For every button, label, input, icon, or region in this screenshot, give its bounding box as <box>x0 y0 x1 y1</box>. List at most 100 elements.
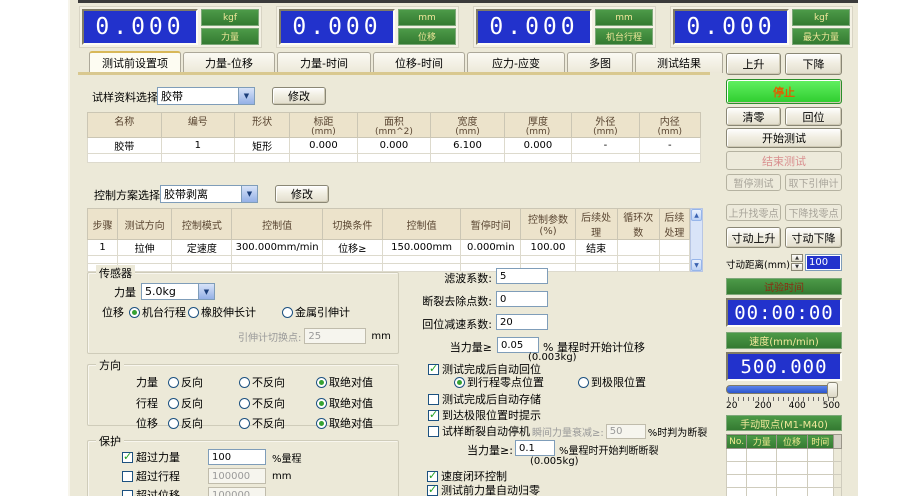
checkbox-over-stroke[interactable] <box>122 471 133 482</box>
break-remove-input[interactable]: 0 <box>496 291 548 307</box>
radio-stroke-reverse[interactable] <box>168 398 179 409</box>
radio-return-limit[interactable] <box>578 377 589 388</box>
down-button[interactable]: 下降 <box>785 53 842 75</box>
break-judge-input[interactable]: 0.1 <box>515 440 555 456</box>
scheme-modify-button[interactable]: 修改 <box>275 185 329 203</box>
control-table: 步骤测试方向 控制模式控制值 切换条件控制值 暂停时间控制参数(%) 后续处理循… <box>87 208 690 272</box>
specimen-row[interactable]: 胶带1 矩形0.000 0.0006.100 0.000- - <box>88 138 701 154</box>
tab-pretest-settings[interactable]: 测试前设置项 <box>89 51 181 73</box>
radio-disp-no-reverse[interactable] <box>239 418 250 429</box>
up-button[interactable]: 上升 <box>726 53 781 75</box>
break-stop-mid: 瞬间力量衰减≥: <box>532 424 604 439</box>
displacement-unit-label: mm <box>398 9 456 26</box>
displacement-display-group: 0.000 mm 位移 <box>276 6 459 48</box>
return-button[interactable]: 回位 <box>785 107 842 126</box>
dropdown-arrow-icon[interactable]: ▼ <box>198 284 214 299</box>
tab-force-time[interactable]: 力量-时间 <box>277 52 371 73</box>
checkbox-over-displacement[interactable] <box>122 490 133 496</box>
jog-distance-label: 寸动距离(mm) <box>726 257 790 271</box>
jog-down-button[interactable]: 寸动下降 <box>785 227 842 248</box>
slider-thumb[interactable] <box>827 382 838 398</box>
spinner-up-icon[interactable]: ▲ <box>791 254 803 262</box>
scroll-up-icon[interactable]: ▲ <box>691 209 702 221</box>
max-force-name-label: 最大力量 <box>792 28 850 45</box>
radio-force-reverse[interactable] <box>168 377 179 388</box>
radio-disp-reverse[interactable] <box>168 418 179 429</box>
radio-force-absolute[interactable] <box>316 377 327 388</box>
ext-switch-input[interactable]: 25 <box>304 328 366 344</box>
displacement-name-label: 位移 <box>398 28 456 45</box>
tab-underline <box>78 72 710 75</box>
over-stroke-input[interactable]: 100000 <box>208 468 266 484</box>
jog-up-button[interactable]: 寸动上升 <box>726 227 781 248</box>
scroll-down-icon[interactable]: ▼ <box>691 259 702 271</box>
stop-button[interactable]: 停止 <box>726 79 842 104</box>
break-stop-input[interactable]: 50 <box>606 424 646 439</box>
checkbox-auto-zero[interactable] <box>427 485 438 496</box>
sample-modify-button[interactable]: 修改 <box>272 87 326 105</box>
up-find-zero-button[interactable]: 上升找零点 <box>726 204 781 221</box>
over-force-input[interactable]: 100 <box>208 449 266 465</box>
scheme-select-label: 控制方案选择 <box>94 187 160 203</box>
checkbox-limit-prompt[interactable] <box>428 410 439 421</box>
pause-test-button[interactable]: 暂停测试 <box>726 174 781 191</box>
over-displacement-input[interactable]: 100000 <box>208 487 266 496</box>
radio-force-no-reverse[interactable] <box>239 377 250 388</box>
speed-slider[interactable]: 20 200 400 500 <box>726 385 842 413</box>
checkbox-break-stop[interactable] <box>428 426 439 437</box>
force-display: 0.000 <box>82 9 198 45</box>
radio-stroke-no-reverse[interactable] <box>239 398 250 409</box>
dropdown-arrow-icon[interactable]: ▼ <box>241 186 257 202</box>
checkbox-speed-loop[interactable] <box>427 471 438 482</box>
tab-stress-strain[interactable]: 应力-应变 <box>467 52 565 73</box>
sensor-group-legend: 传感器 <box>96 265 135 281</box>
radio-rubber-extensometer[interactable] <box>188 307 199 318</box>
checkbox-auto-save[interactable] <box>428 394 439 405</box>
app-window: 0.000 kgf 力量 0.000 mm 位移 0.000 mm 机台行程 0… <box>0 0 920 496</box>
radio-stroke-absolute[interactable] <box>316 398 327 409</box>
force-unit-label: kgf <box>201 9 259 26</box>
radio-return-stroke-zero[interactable] <box>454 377 465 388</box>
force-sensor-select[interactable]: 5.0kg ▼ <box>141 283 215 300</box>
spinner-down-icon[interactable]: ▼ <box>791 263 803 271</box>
checkbox-auto-return[interactable] <box>428 364 439 375</box>
jog-distance-spinner[interactable]: ▲ ▼ <box>791 254 803 271</box>
digital-displays: 0.000 kgf 力量 0.000 mm 位移 0.000 mm 机台行程 0… <box>79 6 853 48</box>
control-step-row[interactable]: 1拉伸 定速度300.000mm/min 位移≥150.000mm 0.000m… <box>88 240 690 256</box>
remove-extensometer-button[interactable]: 取下引伸计 <box>785 174 842 191</box>
clear-zero-button[interactable]: 清零 <box>726 107 781 126</box>
stroke-display-group: 0.000 mm 机台行程 <box>473 6 656 48</box>
break-judge-suffix: %量程时开始判断断裂 <box>559 442 659 457</box>
break-stop-option: 试样断裂自动停机 瞬间力量衰减≥: 50 %时判为断裂 <box>428 423 707 439</box>
tab-test-result[interactable]: 测试结果 <box>635 52 723 73</box>
scheme-select[interactable]: 胶带剥离 ▼ <box>160 185 258 203</box>
slider-track[interactable] <box>726 385 838 394</box>
radio-metal-extensometer[interactable] <box>282 307 293 318</box>
filter-coef-input[interactable]: 5 <box>496 268 548 284</box>
start-test-button[interactable]: 开始测试 <box>726 128 842 148</box>
manual-points-table: No. 力量 位移 时间 <box>726 434 842 496</box>
machine-control-panel: 上升 下降 停止 清零 回位 开始测试 结束测试 暂停测试 取下引伸计 上升找零… <box>726 52 842 496</box>
end-test-button[interactable]: 结束测试 <box>726 151 842 170</box>
stroke-display: 0.000 <box>476 9 592 45</box>
tab-force-displacement[interactable]: 力量-位移 <box>183 52 275 73</box>
displacement-sensor-label: 位移 <box>102 304 124 320</box>
disp-start-input[interactable]: 0.05 <box>497 337 539 353</box>
tab-multi-graph[interactable]: 多图 <box>567 52 633 73</box>
protection-group: 保护 超过力量 100 %量程 超过行程 100000 mm 超过位移 1000… <box>87 440 399 496</box>
dropdown-arrow-icon[interactable]: ▼ <box>238 88 254 104</box>
control-table-scrollbar[interactable]: ▲ ▼ <box>690 208 703 272</box>
auto-save-option: 测试完成后自动存储 <box>428 391 541 407</box>
return-decel-input[interactable]: 20 <box>496 314 548 330</box>
tab-displacement-time[interactable]: 位移-时间 <box>373 52 465 73</box>
jog-distance-input[interactable]: 100 <box>805 254 842 271</box>
return-decel-label: 回位减速系数: <box>402 316 492 332</box>
manual-table-scroll-cell[interactable] <box>833 435 841 449</box>
sample-select[interactable]: 胶带 ▼ <box>157 87 255 105</box>
down-find-zero-button[interactable]: 下降找零点 <box>785 204 842 221</box>
radio-disp-absolute[interactable] <box>316 418 327 429</box>
checkbox-over-force[interactable] <box>122 452 133 463</box>
stroke-unit-label: mm <box>595 9 653 26</box>
radio-machine-stroke[interactable] <box>129 307 140 318</box>
max-force-unit-label: kgf <box>792 9 850 26</box>
